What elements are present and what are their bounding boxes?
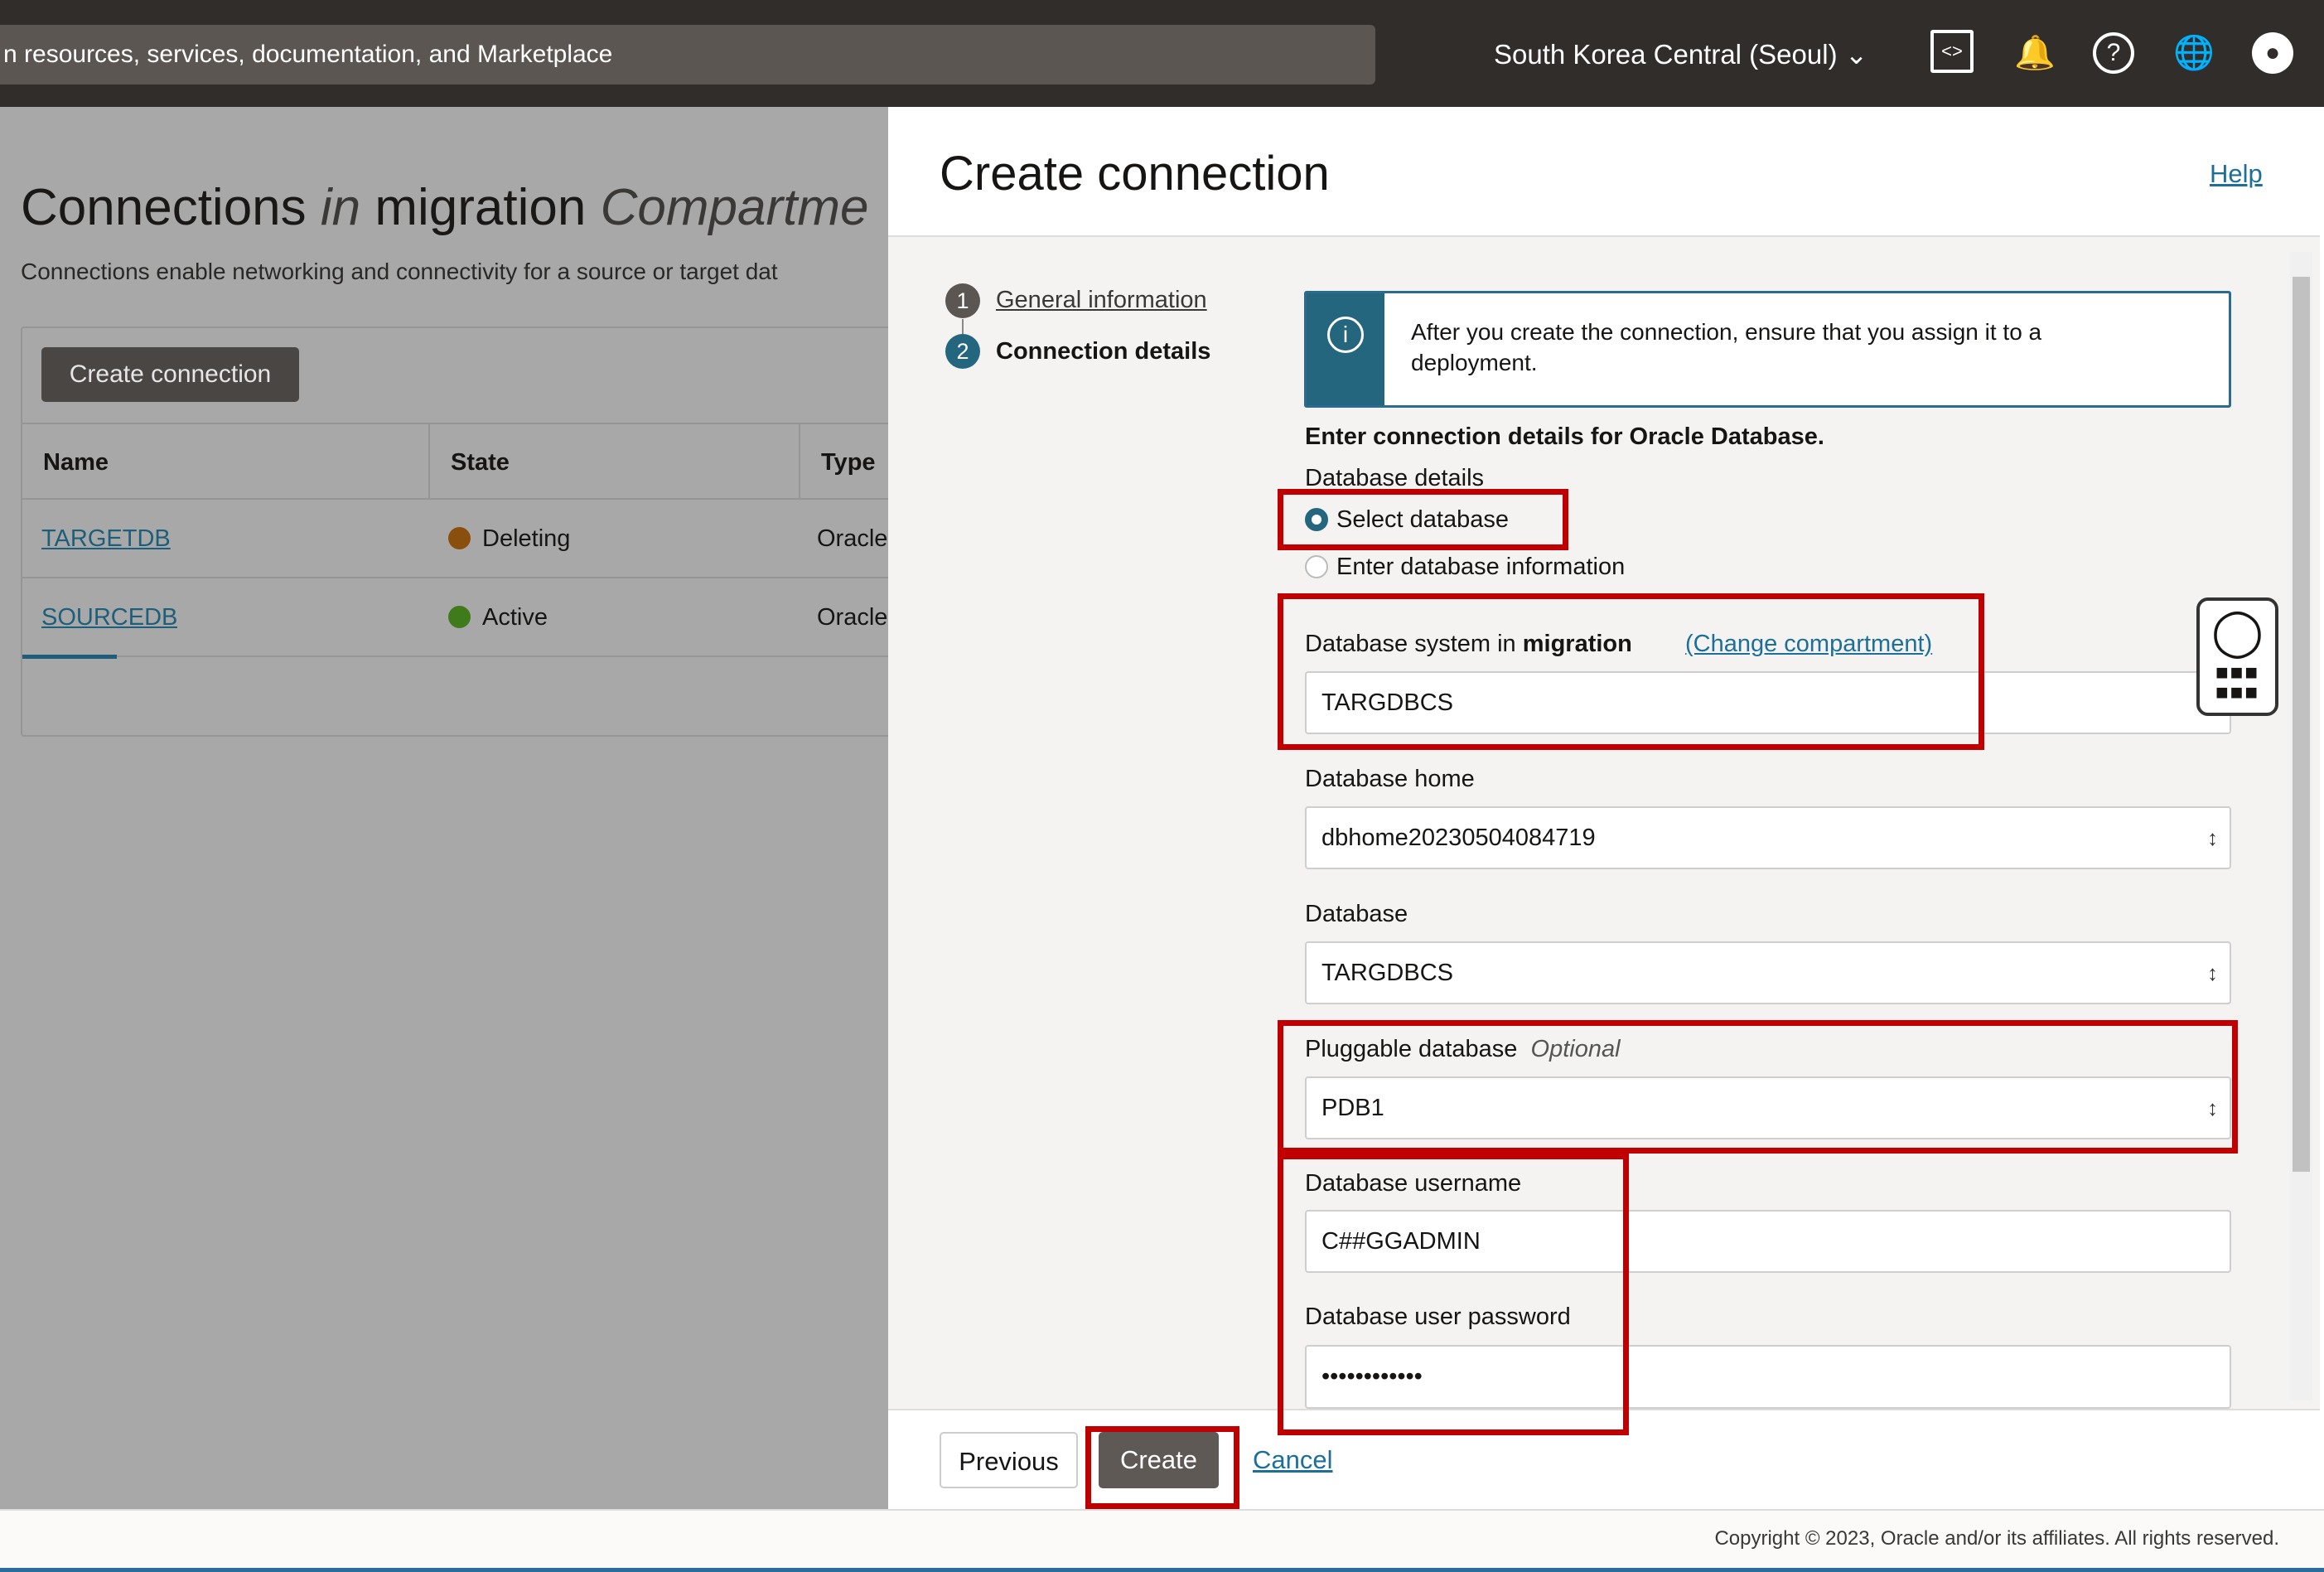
page-subtitle: Connections enable networking and connec… bbox=[21, 259, 778, 284]
panel-scrollbar[interactable] bbox=[2290, 252, 2312, 1400]
globe-icon[interactable]: 🌐 bbox=[2171, 30, 2217, 76]
updown-chevron-icon: ↕ bbox=[2207, 960, 2218, 985]
annotation-box bbox=[1278, 1154, 1629, 1435]
status-dot-icon bbox=[448, 527, 471, 549]
scrollbar-thumb[interactable] bbox=[2293, 277, 2310, 1172]
state-deleting: Deleting bbox=[448, 500, 570, 578]
help-link[interactable]: Help bbox=[2210, 159, 2263, 189]
create-connection-button[interactable]: Create connection bbox=[41, 347, 299, 402]
cancel-link[interactable]: Cancel bbox=[1253, 1432, 1333, 1488]
column-header-state[interactable]: State bbox=[430, 423, 800, 500]
database-home-select[interactable]: dbhome20230504084719 ↕ bbox=[1305, 806, 2231, 869]
column-header-name[interactable]: Name bbox=[21, 423, 430, 500]
column-header-type[interactable]: Type bbox=[800, 423, 888, 500]
database-home-label: Database home bbox=[1305, 766, 1475, 792]
lifebuoy-icon: ◯ bbox=[2211, 605, 2264, 657]
type-cell: Oracle bbox=[817, 525, 888, 552]
bell-icon[interactable]: 🔔 bbox=[2012, 30, 2058, 76]
code-editor-icon[interactable]: <> bbox=[1930, 30, 1977, 76]
database-select[interactable]: TARGDBCS ↕ bbox=[1305, 941, 2231, 1004]
previous-button[interactable]: Previous bbox=[940, 1432, 1078, 1488]
annotation-box bbox=[1278, 593, 1984, 750]
chevron-down-icon: ⌄ bbox=[1844, 39, 1868, 70]
step-general-information[interactable]: General information bbox=[996, 287, 1207, 314]
type-cell: Oracle bbox=[817, 604, 888, 631]
state-active: Active bbox=[448, 578, 548, 657]
help-widget[interactable]: ◯ ■■■ ■■■ bbox=[2196, 597, 2278, 716]
connection-link-targetdb[interactable]: TARGETDB bbox=[41, 500, 171, 578]
grid-icon: ■■■ ■■■ bbox=[2215, 660, 2260, 704]
radio-enter-database-information[interactable]: Enter database information bbox=[1305, 554, 1625, 581]
connection-link-sourcedb[interactable]: SOURCEDB bbox=[41, 578, 177, 657]
annotation-box bbox=[1085, 1426, 1239, 1509]
radio-unchecked-icon bbox=[1305, 555, 1328, 578]
info-text: After you create the connection, ensure … bbox=[1411, 319, 2042, 375]
step-number: 2 bbox=[945, 334, 980, 369]
step-number: 1 bbox=[945, 283, 980, 318]
database-label: Database bbox=[1305, 901, 1408, 927]
page-title: Connections in migration Compartme bbox=[21, 179, 869, 236]
step-connection-details: Connection details bbox=[996, 338, 1211, 365]
help-icon[interactable]: ? bbox=[2090, 30, 2137, 76]
annotation-box bbox=[1278, 1020, 2238, 1154]
search-input[interactable]: n resources, services, documentation, an… bbox=[0, 25, 1375, 85]
info-icon: i bbox=[1307, 293, 1384, 405]
user-icon[interactable]: ● bbox=[2249, 30, 2296, 76]
region-selector[interactable]: South Korea Central (Seoul) ⌄ bbox=[1494, 38, 1867, 70]
section-heading: Enter connection details for Oracle Data… bbox=[1305, 423, 1824, 450]
connections-page-dimmed bbox=[0, 107, 888, 1509]
region-label: South Korea Central (Seoul) bbox=[1494, 39, 1838, 70]
info-banner: i After you create the connection, ensur… bbox=[1304, 291, 2231, 408]
panel-title: Create connection bbox=[940, 147, 1330, 201]
annotation-box bbox=[1278, 489, 1568, 550]
status-dot-icon bbox=[448, 606, 471, 628]
updown-chevron-icon: ↕ bbox=[2207, 825, 2218, 850]
copyright: Copyright © 2023, Oracle and/or its affi… bbox=[1714, 1527, 2279, 1550]
